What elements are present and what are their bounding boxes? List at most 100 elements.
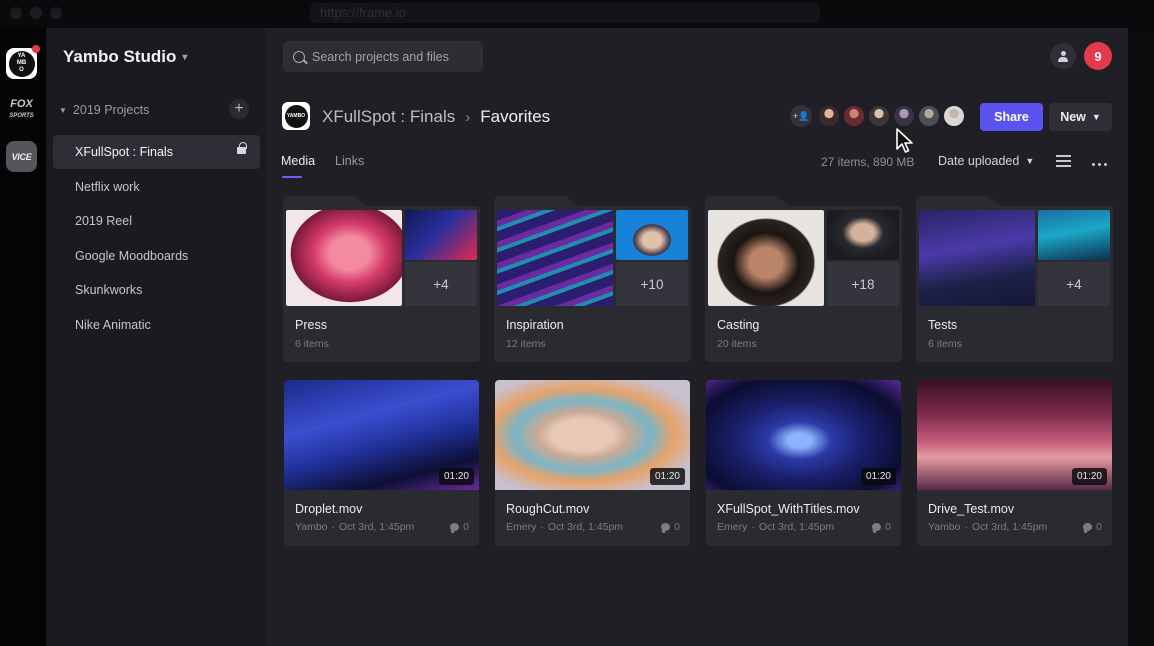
- folder-name: Inspiration: [506, 318, 564, 332]
- video-card-xfullspot-withtitles[interactable]: 01:20 XFullSpot_WithTitles.mov Emery · Oct…: [706, 380, 901, 546]
- sidebar-item-label: Nike Animatic: [75, 317, 151, 332]
- yambo-logo: YAMBO: [284, 104, 308, 128]
- video-author: Yambo: [295, 521, 328, 533]
- user-icon: [1058, 50, 1068, 62]
- more-options-icon[interactable]: [1092, 163, 1107, 166]
- folder-item-count: 6 items: [295, 338, 329, 350]
- video-meta: Emery · Oct 3rd, 1:45pm: [506, 521, 624, 533]
- video-comments[interactable]: 0: [872, 521, 891, 533]
- comment-icon: [872, 523, 882, 531]
- folder-card-inspiration[interactable]: +10 Inspiration 12 items: [494, 196, 691, 362]
- breadcrumb-project[interactable]: XFullSpot : Finals: [322, 107, 455, 127]
- list-view-icon[interactable]: [1056, 155, 1071, 167]
- sort-dropdown[interactable]: Date uploaded ▼: [938, 154, 1034, 168]
- folder-thumbnail: [708, 210, 824, 306]
- vice-logo: VICE: [11, 151, 32, 162]
- folder-grid: +4 Press 6 items +10 Inspiration 12 item…: [283, 196, 1113, 362]
- chevron-right-icon: ›: [465, 108, 471, 126]
- comment-count: 0: [1096, 521, 1102, 533]
- folder-card-casting[interactable]: +18 Casting 20 items: [705, 196, 902, 362]
- search-box[interactable]: [283, 41, 483, 72]
- video-date: Oct 3rd, 1:45pm: [547, 521, 624, 533]
- avatar[interactable]: [867, 104, 891, 128]
- sidebar-item-google-moodboards[interactable]: Google Moodboards: [53, 239, 260, 273]
- address-bar[interactable]: https://frame.io: [310, 3, 820, 23]
- plus-icon: +: [234, 100, 244, 117]
- video-author: Emery: [717, 521, 748, 533]
- notifications-badge[interactable]: 9: [1084, 42, 1112, 70]
- folder-thumbnail: [405, 210, 477, 260]
- studio-switcher[interactable]: Yambo Studio ▾: [63, 47, 187, 67]
- video-card-drive-test[interactable]: 01:20 Drive_Test.mov Yambo · Oct 3rd, 1:45…: [917, 380, 1112, 546]
- sort-label: Date uploaded: [938, 154, 1020, 168]
- avatar[interactable]: [842, 104, 866, 128]
- tab-links[interactable]: Links: [335, 154, 364, 178]
- minimize-window-dot[interactable]: [30, 7, 42, 19]
- project-sidebar: Yambo Studio ▾ ▼ 2019 Projects + XFullSp…: [46, 28, 266, 646]
- projects-section-toggle[interactable]: ▼ 2019 Projects: [59, 103, 149, 117]
- main-content: 9 YAMBO XFullSpot : Finals › Favorites +…: [266, 28, 1128, 646]
- studio-name: Yambo Studio: [63, 47, 177, 66]
- comment-count: 0: [885, 521, 891, 533]
- video-comments[interactable]: 0: [661, 521, 680, 533]
- tab-media[interactable]: Media: [281, 154, 315, 178]
- chevron-down-icon: ▾: [182, 51, 188, 63]
- add-project-button[interactable]: +: [229, 99, 249, 119]
- video-duration: 01:20: [438, 468, 474, 485]
- video-meta: Emery · Oct 3rd, 1:45pm: [717, 521, 835, 533]
- video-name: Droplet.mov: [295, 502, 363, 516]
- video-comments[interactable]: 0: [1083, 521, 1102, 533]
- share-button[interactable]: Share: [980, 103, 1043, 131]
- avatar[interactable]: [942, 104, 966, 128]
- sidebar-item-skunkworks[interactable]: Skunkworks: [53, 273, 260, 307]
- sidebar-item-xfullspot-finals[interactable]: XFullSpot : Finals: [53, 135, 260, 169]
- folder-more-count: +4: [1038, 262, 1110, 306]
- folder-thumbnail: [827, 210, 899, 260]
- folder-name: Tests: [928, 318, 958, 332]
- sidebar-item-netflix-work[interactable]: Netflix work: [53, 170, 260, 204]
- search-input[interactable]: [312, 49, 472, 64]
- sidebar-item-nike-animatic[interactable]: Nike Animatic: [53, 308, 260, 342]
- folder-more-count: +18: [827, 262, 899, 306]
- avatar[interactable]: [817, 104, 841, 128]
- close-window-dot[interactable]: [10, 7, 22, 19]
- video-duration: 01:20: [1071, 468, 1107, 485]
- folder-more-count: +4: [405, 262, 477, 306]
- video-grid: 01:20 Droplet.mov Yambo · Oct 3rd, 1:45pm …: [284, 380, 1114, 546]
- folder-name: Casting: [717, 318, 760, 332]
- collaborators: +👤: [790, 104, 966, 128]
- folder-card-tests[interactable]: +4 Tests 6 items: [916, 196, 1113, 362]
- comment-icon: [1083, 523, 1093, 531]
- sidebar-item-2019-reel[interactable]: 2019 Reel: [53, 204, 260, 238]
- video-name: XFullSpot_WithTitles.mov: [717, 502, 860, 516]
- video-name: RoughCut.mov: [506, 502, 590, 516]
- media-tabs: Media Links: [281, 154, 364, 178]
- chevron-down-icon: ▼: [1091, 112, 1101, 122]
- video-date: Oct 3rd, 1:45pm: [972, 521, 1048, 533]
- new-button[interactable]: New ▼: [1049, 103, 1112, 131]
- folder-item-count: 20 items: [717, 338, 757, 350]
- workspace-yambo[interactable]: YA MB O: [6, 45, 40, 79]
- folder-card-press[interactable]: +4 Press 6 items: [283, 196, 480, 362]
- sidebar-item-label: Skunkworks: [75, 283, 143, 297]
- invite-user-icon[interactable]: +👤: [790, 105, 812, 127]
- video-author: Emery: [506, 521, 537, 533]
- chevron-down-icon: ▼: [1025, 156, 1035, 166]
- video-duration: 01:20: [860, 468, 896, 485]
- video-card-roughcut[interactable]: 01:20 RoughCut.mov Emery · Oct 3rd, 1:45pm…: [495, 380, 690, 546]
- comment-icon: [661, 523, 671, 531]
- video-comments[interactable]: 0: [450, 521, 469, 533]
- search-icon: [293, 50, 305, 63]
- workspace-fox-sports[interactable]: FOX SPORTS: [6, 94, 37, 125]
- video-meta: Yambo · Oct 3rd, 1:45pm: [295, 521, 415, 533]
- folder-thumbnail: [286, 210, 402, 306]
- avatar[interactable]: [892, 104, 916, 128]
- video-card-droplet[interactable]: 01:20 Droplet.mov Yambo · Oct 3rd, 1:45pm …: [284, 380, 479, 546]
- workspace-rail: YA MB O FOX SPORTS VICE: [0, 28, 46, 646]
- maximize-window-dot[interactable]: [50, 7, 62, 19]
- account-button[interactable]: [1050, 43, 1076, 69]
- video-author: Yambo: [928, 521, 961, 533]
- workspace-vice[interactable]: VICE: [6, 141, 37, 172]
- avatar[interactable]: [917, 104, 941, 128]
- yambo-logo: YAMBO: [8, 50, 35, 77]
